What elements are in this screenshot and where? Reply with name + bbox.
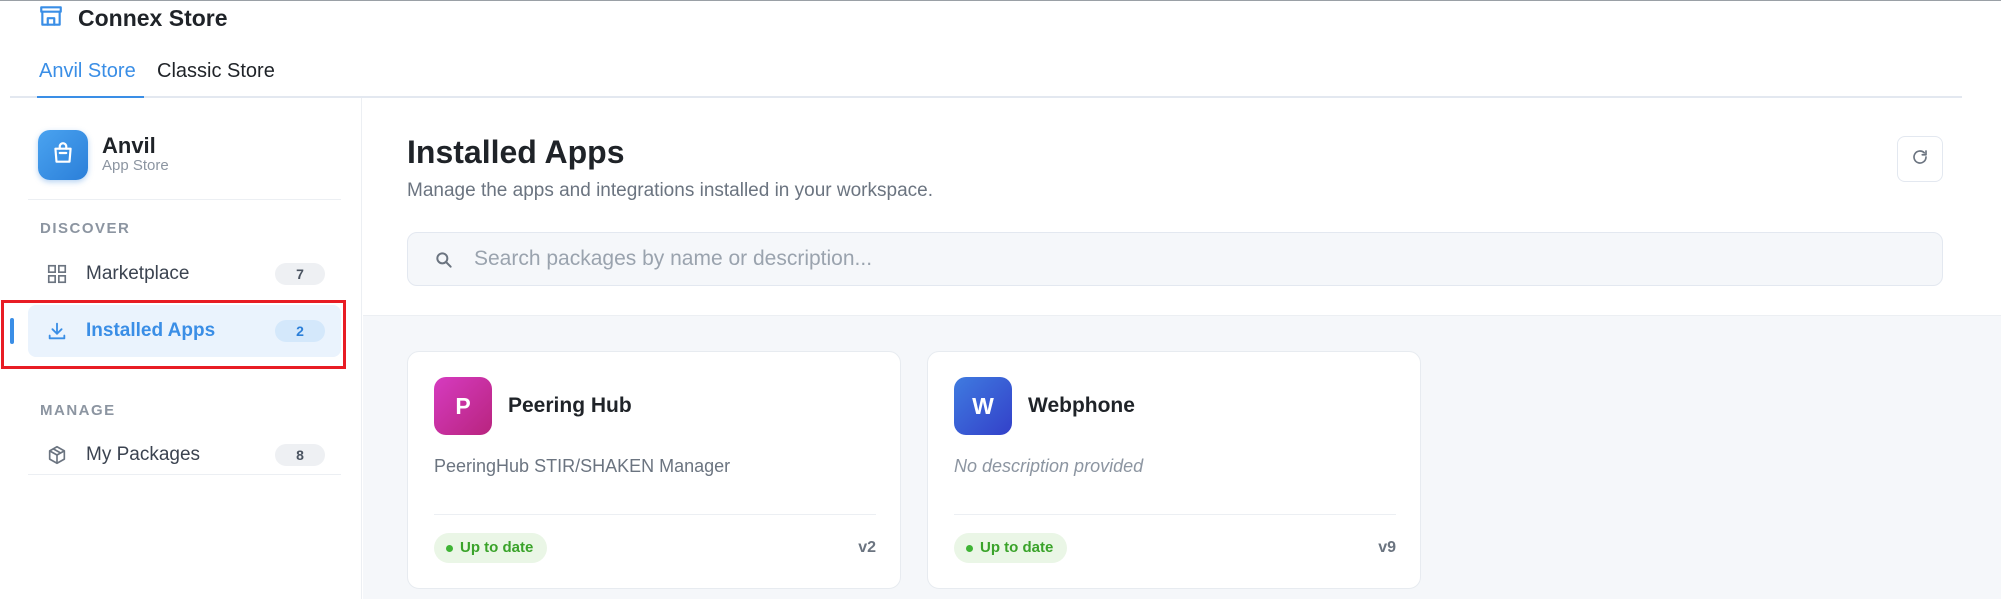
shopping-bag-icon [50, 140, 76, 171]
page-header: Installed Apps Manage the apps and integ… [363, 98, 2001, 316]
refresh-button[interactable] [1897, 136, 1943, 182]
store-tabs: Anvil Store Classic Store [10, 48, 1962, 98]
app-version: v2 [858, 539, 876, 556]
app-grid: P Peering Hub PeeringHub STIR/SHAKEN Man… [363, 316, 2001, 599]
active-item-indicator [10, 318, 14, 344]
app-description: PeeringHub STIR/SHAKEN Manager [434, 456, 731, 476]
tab-anvil-store[interactable]: Anvil Store [39, 60, 136, 83]
page-title: Installed Apps [407, 134, 625, 170]
main-content: Installed Apps Manage the apps and integ… [363, 98, 2001, 599]
sidebar-item-marketplace[interactable]: Marketplace 7 [28, 248, 341, 300]
app-card-webphone[interactable]: W Webphone No description provided Up to… [927, 351, 1421, 589]
app-title: Connex Store [78, 4, 228, 31]
brand-name: Anvil [102, 133, 156, 158]
status-label: Up to date [980, 539, 1054, 556]
count-badge: 8 [275, 444, 325, 466]
app-description: No description provided [954, 456, 1144, 476]
search-box [407, 232, 1943, 286]
sidebar-item-my-packages[interactable]: My Packages 8 [28, 429, 341, 481]
card-divider [954, 514, 1396, 515]
download-icon [46, 320, 68, 342]
section-label-manage: MANAGE [40, 402, 116, 419]
window-top-border [0, 0, 2001, 1]
brand-logo [38, 130, 88, 180]
app-name: Peering Hub [508, 394, 632, 417]
app-header: Connex Store [38, 3, 228, 33]
brand-text: Anvil App Store [102, 135, 169, 175]
status-dot [966, 545, 973, 552]
sidebar-item-label: Marketplace [86, 263, 190, 284]
count-badge: 7 [275, 263, 325, 285]
package-icon [46, 444, 68, 466]
sidebar-item-label: My Packages [86, 444, 201, 465]
status-label: Up to date [460, 539, 534, 556]
card-divider [434, 514, 876, 515]
app-avatar: W [954, 377, 1012, 435]
refresh-icon [1911, 148, 1929, 171]
status-badge: Up to date [954, 533, 1068, 563]
status-badge: Up to date [434, 533, 548, 563]
sidebar-brand: Anvil App Store [38, 130, 169, 180]
brand-subtitle: App Store [102, 157, 169, 174]
grid-icon [46, 263, 68, 285]
app-avatar: P [434, 377, 492, 435]
app-version: v9 [1378, 539, 1396, 556]
sidebar-item-installed-apps[interactable]: Installed Apps 2 [28, 305, 341, 357]
page-subtitle: Manage the apps and integrations install… [407, 180, 933, 201]
count-badge: 2 [275, 320, 325, 342]
tab-classic-store[interactable]: Classic Store [157, 60, 275, 83]
store-icon [38, 3, 64, 34]
search-input[interactable] [474, 233, 1924, 285]
sidebar-item-label: Installed Apps [86, 320, 216, 341]
status-dot [446, 545, 453, 552]
app-name: Webphone [1028, 394, 1135, 417]
sidebar: Anvil App Store DISCOVER Marketplace 7 I… [0, 98, 362, 599]
app-card-peering-hub[interactable]: P Peering Hub PeeringHub STIR/SHAKEN Man… [407, 351, 901, 589]
section-label-discover: DISCOVER [40, 220, 131, 237]
brand-divider [28, 199, 341, 200]
